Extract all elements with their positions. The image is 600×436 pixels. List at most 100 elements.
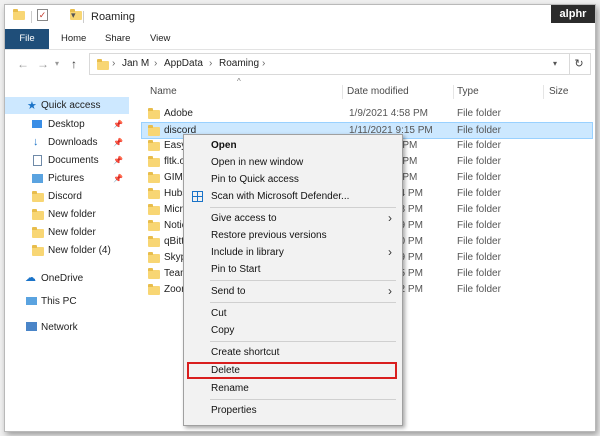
menu-separator: [210, 280, 396, 281]
column-header-size[interactable]: Size: [549, 83, 568, 101]
menu-item-pin-start[interactable]: Pin to Start: [184, 261, 402, 278]
divider: [31, 11, 32, 23]
file-name: qBitt: [164, 236, 185, 247]
nav-item-new-folder-4[interactable]: New folder (4): [5, 242, 129, 259]
nav-item-downloads[interactable]: ↓ Downloads 📌: [5, 134, 129, 151]
file-type: File folder: [457, 172, 501, 183]
breadcrumb-separator: ›: [262, 58, 266, 69]
explorer-window: ✓ ▾ Roaming alphr File Home Share View ←…: [4, 4, 596, 432]
menu-separator: [210, 341, 396, 342]
window-title: Roaming: [91, 11, 136, 23]
menu-label: Create shortcut: [211, 347, 280, 358]
file-name: Zoor: [164, 284, 185, 295]
folder-icon: [32, 191, 44, 202]
folder-icon: [32, 227, 44, 238]
nav-item-discord[interactable]: Discord: [5, 188, 129, 205]
folder-icon: [148, 172, 160, 183]
menu-label: Rename: [211, 383, 249, 394]
column-header-type[interactable]: Type: [457, 83, 479, 101]
refresh-button[interactable]: ↻: [568, 53, 591, 75]
folder-icon: [148, 252, 160, 263]
nav-item-desktop[interactable]: Desktop 📌: [5, 116, 129, 133]
breadcrumb-roaming[interactable]: Roaming: [219, 58, 259, 69]
tab-home[interactable]: Home: [61, 29, 86, 49]
column-divider[interactable]: [342, 85, 343, 99]
address-box[interactable]: › Jan M › AppData › Roaming › ▾: [89, 53, 570, 75]
nav-item-new-folder[interactable]: New folder: [5, 206, 129, 223]
nav-quick-access[interactable]: ★ Quick access: [5, 97, 129, 114]
tab-share[interactable]: Share: [105, 29, 130, 49]
downloads-icon: ↓: [33, 136, 39, 148]
forward-icon[interactable]: →: [37, 57, 49, 71]
nav-onedrive[interactable]: ☁ OneDrive: [5, 270, 129, 287]
nav-label: This PC: [41, 296, 77, 307]
menu-separator: [210, 399, 396, 400]
menu-label: Include in library: [211, 247, 284, 258]
menu-label: Delete: [211, 365, 240, 376]
column-divider[interactable]: [453, 85, 454, 99]
menu-separator: [210, 302, 396, 303]
menu-label: Restore previous versions: [211, 230, 327, 241]
breadcrumb-jan-m[interactable]: Jan M: [122, 58, 149, 69]
file-type: File folder: [457, 204, 501, 215]
menu-item-create-shortcut[interactable]: Create shortcut: [184, 344, 402, 361]
file-type: File folder: [457, 268, 501, 279]
nav-network[interactable]: Network: [5, 319, 129, 336]
recent-locations-icon[interactable]: ▾: [55, 59, 59, 68]
nav-item-pictures[interactable]: Pictures 📌: [5, 170, 129, 187]
folder-icon: [148, 220, 160, 231]
menu-item-pin-quick-access[interactable]: Pin to Quick access: [184, 171, 402, 188]
file-type: File folder: [457, 108, 501, 119]
chevron-right-icon: ›: [388, 284, 392, 298]
folder-icon: [97, 59, 109, 70]
menu-item-properties[interactable]: Properties: [184, 402, 402, 419]
tab-file[interactable]: File: [5, 29, 49, 49]
menu-item-restore-versions[interactable]: Restore previous versions: [184, 227, 402, 244]
breadcrumb-appdata[interactable]: AppData: [164, 58, 203, 69]
nav-item-new-folder-2[interactable]: New folder: [5, 224, 129, 241]
menu-item-scan-defender[interactable]: Scan with Microsoft Defender...: [184, 188, 402, 205]
folder-icon: [148, 188, 160, 199]
menu-item-delete[interactable]: Delete: [187, 362, 397, 379]
column-divider[interactable]: [543, 85, 544, 99]
column-header-name[interactable]: Name: [150, 83, 177, 101]
folder-icon: [32, 209, 44, 220]
back-icon[interactable]: ←: [17, 57, 29, 71]
file-type: File folder: [457, 284, 501, 295]
folder-icon: [148, 156, 160, 167]
menu-item-open[interactable]: Open: [184, 137, 402, 154]
desktop-icon: [32, 120, 42, 128]
menu-item-include-library[interactable]: Include in library ›: [184, 244, 402, 261]
up-icon[interactable]: ↑: [71, 57, 77, 71]
menu-item-rename[interactable]: Rename: [184, 380, 402, 397]
menu-item-copy[interactable]: Copy: [184, 322, 402, 339]
context-menu: Open Open in new window Pin to Quick acc…: [183, 134, 403, 426]
file-type: File folder: [457, 140, 501, 151]
file-type: File folder: [457, 125, 501, 136]
file-row[interactable]: Adobe 1/9/2021 4:58 PM File folder: [142, 106, 592, 122]
divider: [83, 11, 84, 23]
column-header-date[interactable]: Date modified: [347, 83, 409, 101]
cloud-icon: ☁: [25, 272, 36, 284]
file-date: 1/9/2021 4:58 PM: [349, 108, 428, 119]
menu-item-give-access[interactable]: Give access to ›: [184, 210, 402, 227]
nav-this-pc[interactable]: This PC: [5, 293, 129, 310]
menu-item-cut[interactable]: Cut: [184, 305, 402, 322]
menu-item-send-to[interactable]: Send to ›: [184, 283, 402, 300]
menu-item-open-new-window[interactable]: Open in new window: [184, 154, 402, 171]
file-type: File folder: [457, 188, 501, 199]
nav-item-documents[interactable]: Documents 📌: [5, 152, 129, 169]
title-bar: ✓ ▾ Roaming alphr: [5, 5, 595, 29]
menu-label: Pin to Start: [211, 264, 261, 275]
file-type: File folder: [457, 236, 501, 247]
sort-ascending-icon: ^: [237, 77, 241, 86]
menu-label: Open in new window: [211, 157, 304, 168]
properties-icon[interactable]: ✓: [37, 9, 48, 21]
documents-icon: [33, 155, 42, 166]
ribbon: File Home Share View: [5, 29, 595, 50]
customize-toolbar-icon[interactable]: ▾: [71, 10, 76, 21]
folder-icon: [148, 125, 160, 136]
address-dropdown-icon[interactable]: ▾: [553, 59, 557, 68]
pin-icon: 📌: [113, 138, 123, 147]
tab-view[interactable]: View: [150, 29, 170, 49]
